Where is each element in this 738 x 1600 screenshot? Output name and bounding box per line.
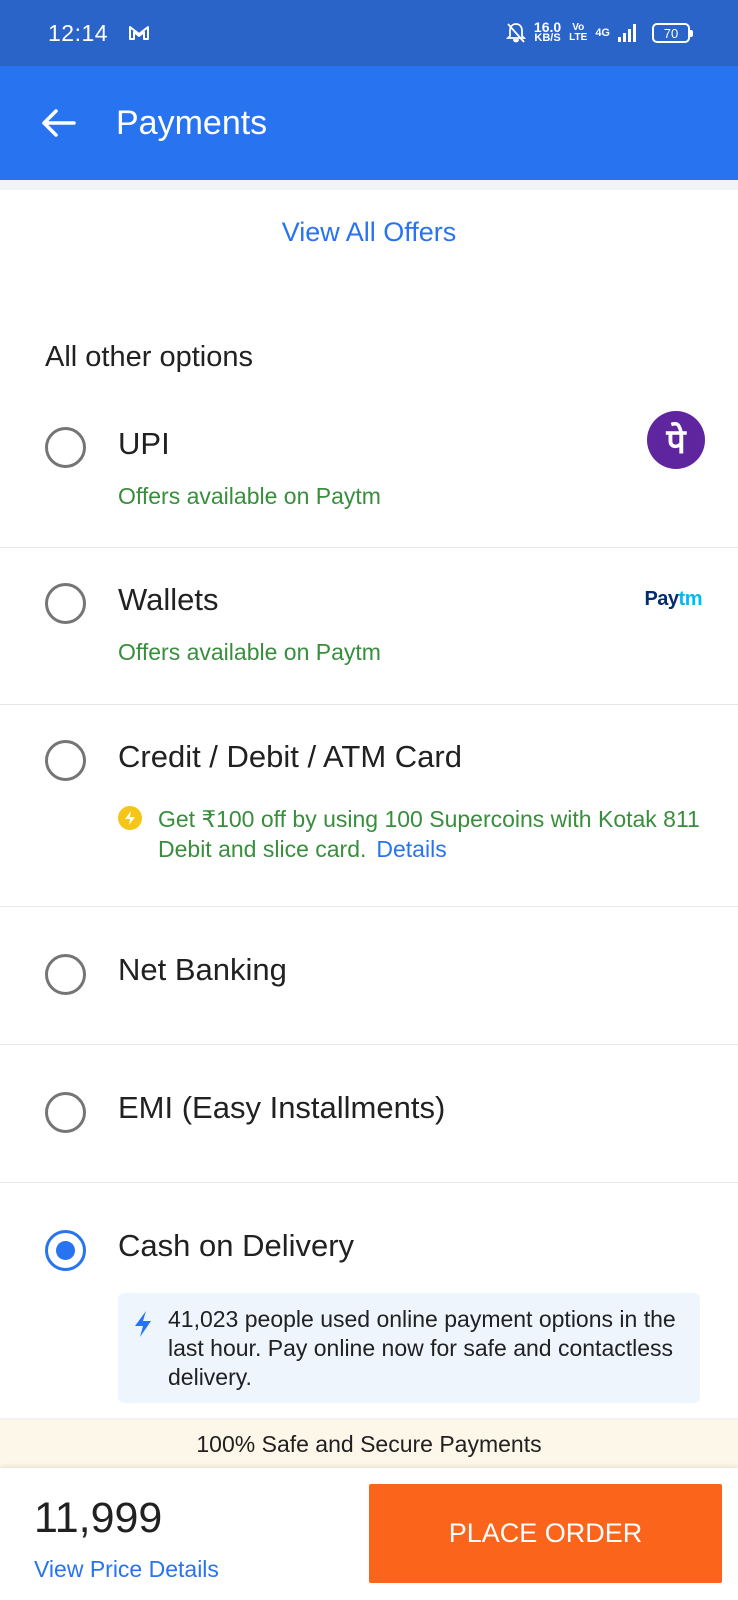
payment-option-upi[interactable]: UPI Offers available on Paytm पे: [0, 393, 738, 548]
battery-level: 70: [663, 25, 679, 41]
bottom-bar: 11,999 View Price Details PLACE ORDER: [0, 1468, 738, 1600]
signal-icon: [618, 24, 636, 42]
card-offer-text: Get ₹100 off by using 100 Supercoins wit…: [158, 806, 700, 862]
option-label: Cash on Delivery: [118, 1228, 355, 1263]
payment-option-card[interactable]: Credit / Debit / ATM Card Get ₹100 off b…: [0, 705, 738, 907]
view-price-details-link[interactable]: View Price Details: [34, 1556, 219, 1583]
secure-payments-banner: 100% Safe and Secure Payments: [0, 1420, 738, 1468]
radio-net-banking[interactable]: [45, 954, 86, 995]
status-time: 12:14: [48, 19, 109, 46]
secure-payments-text: 100% Safe and Secure Payments: [196, 1430, 542, 1457]
payment-options-card: All other options UPI Offers available o…: [0, 263, 738, 1418]
section-title: All other options: [45, 341, 253, 373]
paytm-logo: Paytm: [644, 588, 702, 610]
app-bar: Payments: [0, 66, 738, 180]
radio-upi[interactable]: [45, 427, 86, 468]
status-bar: 12:14 16.0 KB/S Vo LTE 4G 70: [0, 0, 738, 66]
net-speed: 16.0 KB/S: [533, 19, 562, 44]
view-all-offers-link[interactable]: View All Offers: [282, 217, 457, 248]
mute-notification-icon: [505, 23, 526, 43]
radio-cod[interactable]: [45, 1230, 86, 1271]
option-label: Net Banking: [118, 952, 287, 987]
network-type: 4G: [595, 27, 610, 39]
radio-emi[interactable]: [45, 1092, 86, 1133]
back-button[interactable]: [38, 103, 78, 143]
back-arrow-icon: [42, 109, 76, 137]
radio-wallets[interactable]: [45, 583, 86, 624]
payment-option-net-banking[interactable]: Net Banking: [0, 907, 738, 1045]
radio-card[interactable]: [45, 740, 86, 781]
payment-option-emi[interactable]: EMI (Easy Installments): [0, 1045, 738, 1183]
lightning-icon: [135, 1311, 151, 1337]
option-label: Wallets: [118, 582, 219, 617]
total-price: 11,999: [34, 1494, 163, 1542]
option-label: Credit / Debit / ATM Card: [118, 739, 462, 774]
cod-info-text: 41,023 people used online payment option…: [168, 1306, 676, 1390]
gmail-icon: [129, 26, 150, 40]
cod-info-box: 41,023 people used online payment option…: [118, 1293, 700, 1403]
offer-details-link[interactable]: Details: [376, 836, 446, 862]
option-offer-text: Offers available on Paytm: [118, 483, 381, 509]
page-title: Payments: [116, 103, 268, 142]
option-offer-text: Offers available on Paytm: [118, 639, 381, 665]
status-icons: 16.0 KB/S Vo LTE 4G 70: [505, 19, 693, 44]
place-order-button[interactable]: PLACE ORDER: [369, 1484, 722, 1583]
volte-indicator: Vo LTE: [569, 22, 588, 43]
payment-option-wallets[interactable]: Wallets Offers available on Paytm Paytm: [0, 548, 738, 705]
battery-icon: 70: [652, 23, 693, 43]
option-label: UPI: [118, 426, 170, 461]
phonepe-icon: पे: [647, 411, 705, 469]
payment-option-cod[interactable]: Cash on Delivery 41,023 people used onli…: [0, 1183, 738, 1418]
supercoin-icon: [118, 806, 142, 830]
option-label: EMI (Easy Installments): [118, 1090, 446, 1125]
